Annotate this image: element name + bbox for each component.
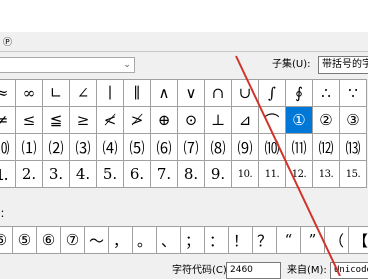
char-cell[interactable]: ③ [340,107,367,134]
recent-char-cell[interactable]: ； [181,227,205,254]
char-cell[interactable]: ⒈ [0,161,16,188]
char-cell[interactable]: ∩ [205,80,232,107]
char-cell[interactable]: 12. [286,161,313,188]
subset-select[interactable]: 带括号的字 [318,56,368,74]
recent-char-cell[interactable]: ⑤ [13,227,37,254]
char-cell[interactable]: ⑾ [286,134,313,161]
char-cell[interactable]: ⒀ [340,134,367,161]
recent-char-cell[interactable]: ， [109,227,133,254]
character-grid[interactable]: ≈∞∟∠∣∥∧∨∩∪∫∮∴∵≠≤≦≥≮≯⊕⊙⊥⊿⌒①②③⑽⑴⑵⑶⑷⑸⑹⑺⑻⑼⑽⑾… [0,79,367,188]
char-cell[interactable]: ≤ [16,107,43,134]
char-cell[interactable]: ∞ [16,80,43,107]
char-cell[interactable]: ∥ [124,80,151,107]
char-cell[interactable]: ⑼ [232,134,259,161]
recent-char-cell[interactable]: 、 [157,227,181,254]
from-select[interactable]: Unicode(十 [330,262,368,279]
char-cell[interactable]: ⑿ [313,134,340,161]
char-cell[interactable]: 9. [205,161,232,188]
title-bar [0,0,368,32]
recent-char-cell[interactable]: ⑦ [61,227,85,254]
char-cell[interactable]: 13. [313,161,340,188]
char-cell[interactable]: ⊿ [232,107,259,134]
char-cell[interactable]: ∧ [151,80,178,107]
char-cell[interactable]: 15. [340,161,367,188]
char-cell[interactable]: ∠ [70,80,97,107]
recent-char-cell[interactable]: ～ [85,227,109,254]
char-cell[interactable]: ⊥ [205,107,232,134]
char-cell[interactable]: ≮ [97,107,124,134]
char-cell[interactable]: ⑶ [70,134,97,161]
char-cell[interactable]: ⑵ [43,134,70,161]
char-cell[interactable]: ① [286,107,313,134]
char-cell[interactable]: ∪ [232,80,259,107]
char-code-input[interactable]: 2460 [226,262,281,279]
recent-char-cell[interactable]: “ [277,227,301,254]
char-code-label: 字符代码(C): [172,265,231,276]
char-cell[interactable]: ∫ [259,80,286,107]
char-cell[interactable]: ≥ [70,107,97,134]
font-select[interactable]: ⌄ [0,57,135,73]
recent-char-cell[interactable]: ？ [253,227,277,254]
char-cell[interactable]: 6. [124,161,151,188]
char-cell[interactable]: ∨ [178,80,205,107]
char-cell[interactable]: ≠ [0,107,16,134]
char-cell[interactable]: ⑴ [16,134,43,161]
char-cell[interactable]: ⊕ [151,107,178,134]
char-cell[interactable]: 11. [259,161,286,188]
char-cell[interactable]: ⑽ [259,134,286,161]
char-cell[interactable]: 2. [16,161,43,188]
char-cell[interactable]: ⑺ [178,134,205,161]
char-cell[interactable]: ∮ [286,80,313,107]
recent-char-cell[interactable]: ： [205,227,229,254]
char-cell[interactable]: ⑷ [97,134,124,161]
subset-label: 子集(U): [272,59,311,70]
char-cell[interactable]: ② [313,107,340,134]
char-cell[interactable]: ∣ [97,80,124,107]
char-cell[interactable]: ⑽ [0,134,16,161]
char-cell[interactable]: ≦ [43,107,70,134]
char-cell[interactable]: ≈ [0,80,16,107]
char-cell[interactable]: ⌒ [259,107,286,134]
char-cell[interactable]: ∟ [43,80,70,107]
menu-divider [0,51,368,52]
char-cell[interactable]: ⊙ [178,107,205,134]
char-cell[interactable]: 3. [43,161,70,188]
recent-char-cell[interactable]: （ [325,227,349,254]
menu-tab[interactable]: Ⓟ [0,37,15,50]
recent-char-cell[interactable]: ” [301,227,325,254]
recent-char-cell[interactable]: 。 [133,227,157,254]
char-cell[interactable]: ∴ [313,80,340,107]
recent-characters-label: ： [0,209,10,220]
char-cell[interactable]: ⑹ [151,134,178,161]
char-cell[interactable]: 8. [178,161,205,188]
char-cell[interactable]: ⑻ [205,134,232,161]
char-cell[interactable]: 7. [151,161,178,188]
char-cell[interactable]: 10. [232,161,259,188]
from-label: 来自(M): [287,265,327,276]
char-cell[interactable]: ≯ [124,107,151,134]
char-cell[interactable]: 4. [70,161,97,188]
recent-char-cell[interactable]: ⑤ [0,227,13,254]
recent-char-cell[interactable]: ⑥ [37,227,61,254]
recent-characters-grid[interactable]: ⑤⑤⑥⑦～，。、；：！？“”（【 [0,226,368,254]
recent-char-cell[interactable]: 【 [349,227,368,254]
char-cell[interactable]: 5. [97,161,124,188]
char-cell[interactable]: ⑸ [124,134,151,161]
recent-char-cell[interactable]: ！ [229,227,253,254]
char-cell[interactable]: ∵ [340,80,367,107]
chevron-down-icon[interactable]: ⌄ [122,60,132,70]
